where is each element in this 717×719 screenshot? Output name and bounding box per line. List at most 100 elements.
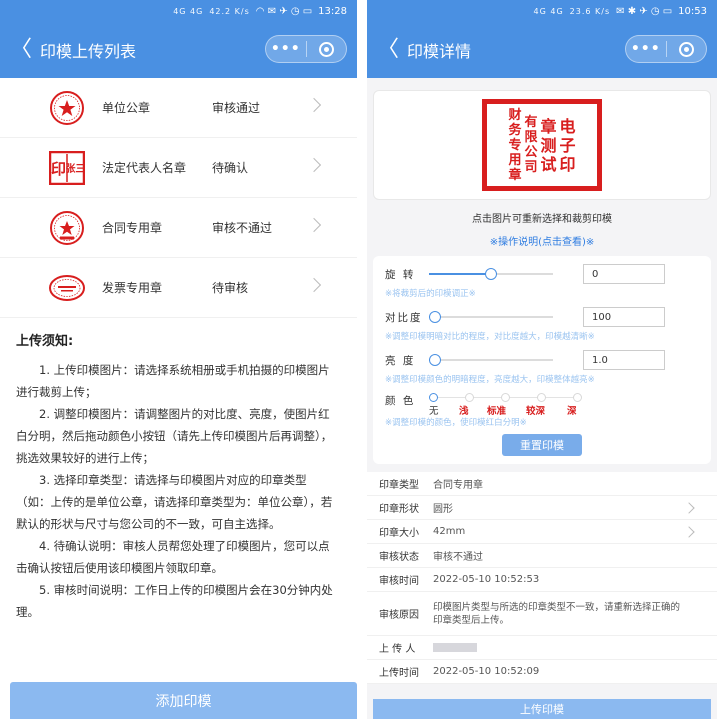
nav-bar: 〈 印模上传列表 ••• [0, 22, 357, 78]
info-key: 上传时间 [379, 668, 419, 679]
back-icon[interactable]: 〈 [377, 39, 403, 61]
seal-status: 待确认 [212, 161, 249, 175]
seal-status: 审核不通过 [212, 221, 273, 235]
slider-knob[interactable] [429, 354, 441, 366]
color-option-label[interactable]: 无 [429, 403, 439, 417]
reselect-hint: 点击图片可重新选择和裁剪印模 [472, 214, 612, 225]
info-value: 印模图片类型与所选的印章类型不一致，请重新选择正确的印章类型后上传。 [433, 601, 681, 626]
status-icons: ✉ ✱ ✈ ◷ ▭ [616, 5, 673, 17]
notice-item: 4. 待确认说明：审核人员帮您处理了印模图片，您可以点击确认按钮后使用该印模图片… [16, 539, 330, 575]
color-selector[interactable]: 无 浅 标准 较深 深 [429, 391, 589, 417]
color-option-label[interactable]: 标准 [487, 403, 506, 417]
info-key: 印章形状 [379, 504, 419, 515]
seal-list-item[interactable]: 发票专用章 待审核 [0, 258, 357, 318]
rotate-input[interactable]: 0 [583, 264, 665, 284]
chevron-right-icon [306, 97, 322, 113]
stamp-column: 有限公司 [524, 115, 538, 175]
seal-status: 待审核 [212, 281, 249, 295]
color-option-dot[interactable] [465, 393, 474, 402]
color-option-dot[interactable] [501, 393, 510, 402]
rotate-label: 旋 转 [385, 268, 416, 281]
add-seal-button[interactable]: 添加印模 [10, 682, 357, 719]
mini-program-capsule: ••• [625, 35, 707, 63]
contrast-input[interactable]: 100 [583, 307, 665, 327]
nav-bar: 〈 印模详情 ••• [367, 22, 717, 78]
color-option-dot[interactable] [537, 393, 546, 402]
back-icon[interactable]: 〈 [10, 39, 36, 61]
seal-status: 审核通过 [212, 101, 261, 115]
color-option-dot[interactable] [573, 393, 582, 402]
info-key: 审核状态 [379, 552, 419, 563]
seal-preview[interactable]: 电子印 章测试 有限公司 财务专用章 [373, 90, 711, 200]
color-option-label[interactable]: 浅 [459, 403, 469, 417]
seal-list-item[interactable]: 印 张三 法定代表人名章 待确认 [0, 138, 357, 198]
more-menu-icon[interactable]: ••• [626, 41, 666, 57]
round-contract-seal-icon [48, 209, 86, 247]
info-value: 2022-05-10 10:52:53 [433, 574, 540, 585]
brightness-label: 亮 度 [385, 354, 416, 367]
page-title: 印模详情 [407, 42, 472, 61]
color-desc: ※调整印模的颜色，使印模红白分明※ [385, 418, 527, 428]
network-signal: 4G 4G [173, 6, 204, 16]
status-bar: 4G 4G 42.2 K/s ◠ ✉ ✈ ◷ ▭ 13:28 [0, 0, 357, 22]
info-row-upload-time: 上传时间 2022-05-10 10:52:09 [367, 660, 717, 684]
operation-guide-link[interactable]: ※操作说明(点击查看)※ [367, 233, 717, 248]
rotate-desc: ※将裁剪后的印模调正※ [385, 289, 476, 299]
brightness-desc: ※调整印模颜色的明暗程度，亮度越大，印模整体越亮※ [385, 375, 595, 385]
info-key: 印章大小 [379, 528, 419, 539]
notice-item: 2. 调整印模图片：请调整图片的对比度、亮度，使图片红白分明，然后拖动颜色小按钮… [16, 407, 333, 465]
info-key: 审核时间 [379, 576, 419, 587]
seal-list-item[interactable]: 合同专用章 审核不通过 [0, 198, 357, 258]
seal-name: 合同专用章 [102, 221, 163, 235]
redacted-name [433, 642, 477, 652]
contrast-label: 对比度 [385, 311, 423, 324]
color-option-dot[interactable] [429, 393, 438, 402]
mini-program-capsule: ••• [265, 35, 347, 63]
seal-glyph-left: 印 [51, 160, 66, 178]
color-control: 颜 色 无 浅 标准 较深 深 [385, 391, 699, 417]
close-mini-program-icon[interactable] [307, 41, 347, 57]
upload-notice: 上传须知: 1. 上传印模图片：请选择系统相册或手机拍摄的印模图片进行裁剪上传；… [0, 318, 357, 623]
chevron-right-icon [306, 277, 322, 293]
info-row-seal-shape[interactable]: 印章形状 圆形 [367, 496, 717, 520]
info-row-review-time: 审核时间 2022-05-10 10:52:53 [367, 568, 717, 592]
contrast-slider[interactable] [429, 310, 553, 324]
notice-item: 3. 选择印章类型：请选择与印模图片对应的印章类型（如：上传的是单位公章，请选择… [16, 473, 333, 531]
upload-seal-button[interactable]: 上传印模 [373, 699, 711, 719]
more-menu-icon[interactable]: ••• [266, 41, 306, 57]
stamp-column: 财务专用章 [508, 107, 522, 183]
info-row-uploader: 上 传 人 [367, 636, 717, 660]
info-row-seal-size[interactable]: 印章大小 42mm [367, 520, 717, 544]
brightness-control: 亮 度 1.0 [385, 348, 699, 372]
round-official-seal-icon [48, 89, 86, 127]
clock: 13:28 [318, 5, 347, 17]
chevron-right-icon [306, 157, 322, 173]
info-key: 印章类型 [379, 480, 419, 491]
color-label: 颜 色 [385, 395, 416, 407]
seal-name: 法定代表人名章 [102, 161, 187, 175]
rotate-slider[interactable] [429, 267, 553, 281]
seal-list-item[interactable]: 单位公章 审核通过 [0, 78, 357, 138]
seal-info-list: 印章类型 合同专用章 印章形状 圆形 印章大小 42mm 审核状态 审核不通过 … [367, 472, 717, 684]
seal-upload-list-screen: 4G 4G 42.2 K/s ◠ ✉ ✈ ◷ ▭ 13:28 〈 印模上传列表 … [0, 0, 357, 719]
color-option-label[interactable]: 深 [567, 403, 577, 417]
network-speed: 42.2 K/s [209, 6, 250, 16]
notice-item: 1. 上传印模图片：请选择系统相册或手机拍摄的印模图片进行裁剪上传； [16, 363, 330, 399]
info-value: 2022-05-10 10:52:09 [433, 666, 540, 677]
brightness-slider[interactable] [429, 353, 553, 367]
info-value: 42mm [433, 526, 466, 537]
square-personal-seal-icon: 印 张三 [48, 149, 86, 187]
page-title: 印模上传列表 [40, 42, 137, 61]
seal-name: 发票专用章 [102, 281, 163, 295]
slider-knob[interactable] [429, 311, 441, 323]
info-key: 审核原因 [379, 610, 419, 621]
slider-knob[interactable] [485, 268, 497, 280]
chevron-right-icon [306, 217, 322, 233]
color-option-label[interactable]: 较深 [526, 403, 545, 417]
contrast-control: 对比度 100 [385, 305, 699, 329]
reset-seal-button[interactable]: 重置印模 [502, 434, 582, 456]
seal-detail-screen: 4G 4G 23.6 K/s ✉ ✱ ✈ ◷ ▭ 10:53 〈 印模详情 ••… [367, 0, 717, 719]
close-mini-program-icon[interactable] [667, 41, 707, 57]
brightness-input[interactable]: 1.0 [583, 350, 665, 370]
rotate-control: 旋 转 0 [385, 262, 699, 286]
